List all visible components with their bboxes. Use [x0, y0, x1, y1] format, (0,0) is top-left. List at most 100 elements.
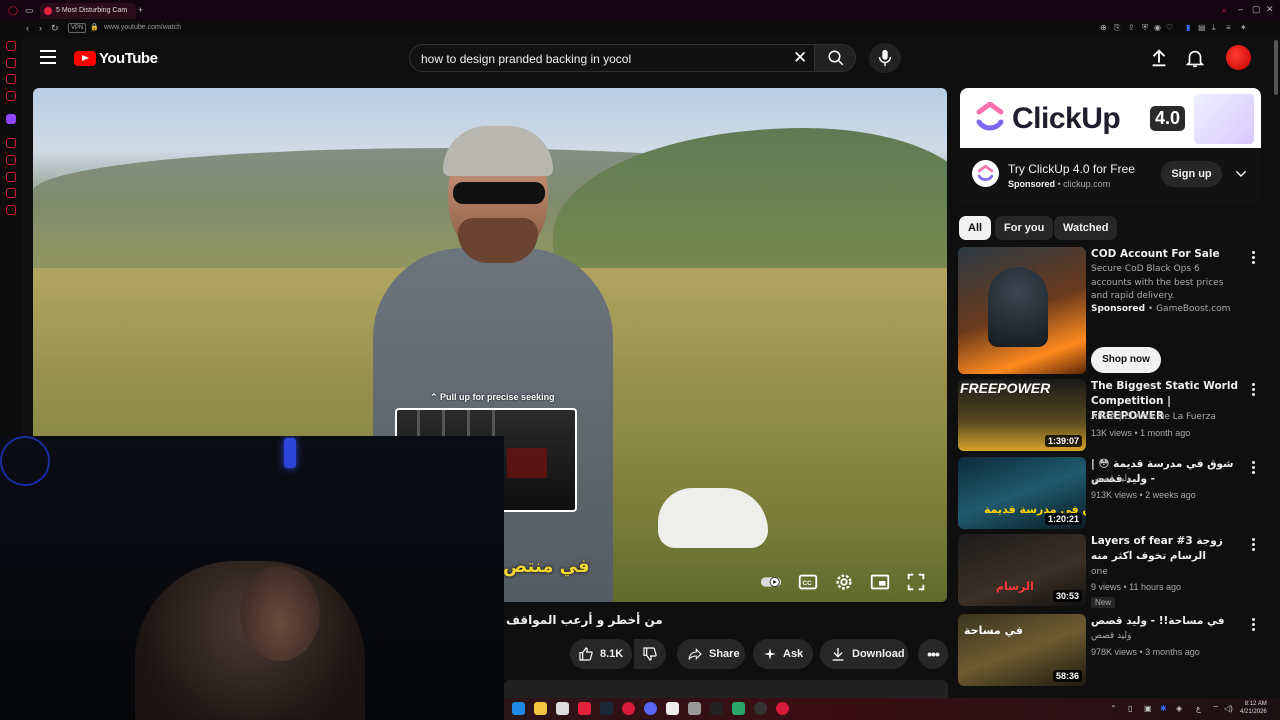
list-item[interactable]: FREEPOWER 1:39:07 The Biggest Static Wor… [958, 379, 1278, 451]
lock-icon[interactable]: 🔒 [90, 23, 99, 33]
zoom-icon[interactable]: ⊕ [1100, 23, 1107, 32]
search-button[interactable] [814, 44, 856, 72]
recommendation-title[interactable]: في مساحة!! - وليد قصص [1091, 614, 1241, 629]
recommendation-channel[interactable]: one [1091, 567, 1108, 577]
hamburger-menu-icon[interactable] [40, 50, 56, 64]
sidebar-item-shop-icon[interactable] [6, 58, 16, 68]
recommendation-channel[interactable]: وليد قصص [1091, 474, 1132, 484]
tab-overview-icon[interactable]: ▭ [25, 5, 34, 15]
maximize-icon[interactable]: ▢ [1252, 4, 1261, 14]
chevron-down-icon[interactable] [1233, 166, 1249, 182]
sidebar-item-whatsapp-icon[interactable] [6, 91, 16, 101]
taskbar-app-opera-icon[interactable] [578, 702, 591, 715]
recommendation-thumbnail[interactable]: في مساحة 58:36 [958, 614, 1086, 686]
sidebar-item-settings-icon[interactable] [6, 205, 16, 215]
ad-block-icon[interactable]: ⛨ [1142, 23, 1148, 33]
url-field[interactable]: www.youtube.com/watch [104, 24, 181, 31]
tray-chevron-icon[interactable]: ⌃ [1110, 704, 1117, 713]
tray-volume-icon[interactable]: ◁) [1224, 704, 1233, 713]
tray-app2-icon[interactable]: ▣ [1144, 704, 1152, 713]
taskbar-app-record-icon[interactable] [776, 702, 789, 715]
recommendation-title[interactable]: COD Account For Sale [1091, 247, 1241, 262]
download-button[interactable]: Download [820, 639, 908, 669]
more-actions-button[interactable]: ••• [918, 639, 948, 669]
tray-app-icon[interactable]: ▯ [1128, 704, 1132, 713]
ad-advertiser-avatar[interactable] [972, 160, 999, 187]
recommendation-channel[interactable]: ARZA | El Arte De La Fuerza [1091, 412, 1216, 422]
ad-title[interactable]: Try ClickUp 4.0 for Free [1008, 162, 1135, 176]
back-icon[interactable]: ‹ [26, 23, 29, 33]
vpn-badge[interactable]: VPN [68, 23, 87, 33]
chip-for-you[interactable]: For you [995, 216, 1054, 240]
sidebar-item-bookmarks-icon[interactable] [6, 188, 16, 198]
ai-icon[interactable]: ✦ [1240, 23, 1247, 32]
sidebar-item-downloads-icon[interactable] [6, 172, 16, 182]
share-button[interactable]: Share [677, 639, 745, 669]
sidebar-item-ai-icon[interactable] [6, 41, 16, 51]
description-box[interactable] [504, 680, 948, 698]
download-icon[interactable]: ⤓ [1212, 23, 1216, 33]
close-window-icon[interactable]: ✕ [1266, 4, 1274, 14]
opera-logo-icon[interactable]: ◯ [8, 5, 18, 15]
captions-icon[interactable]: CC [797, 571, 819, 593]
taskbar-app-explorer-icon[interactable] [534, 702, 547, 715]
autoplay-toggle-icon[interactable] [760, 571, 782, 593]
shop-now-button[interactable]: Shop now [1091, 347, 1161, 373]
more-vert-icon[interactable] [1252, 383, 1256, 397]
taskbar-app-obs-icon[interactable] [754, 702, 767, 715]
taskbar-app-settings-icon[interactable] [688, 702, 701, 715]
chip-watched[interactable]: Watched [1054, 216, 1118, 240]
share-icon[interactable]: ⇪ [1128, 23, 1135, 32]
taskbar-app-editor-icon[interactable] [710, 702, 723, 715]
fullscreen-icon[interactable] [905, 571, 927, 593]
recommendation-thumbnail[interactable] [958, 247, 1086, 374]
more-vert-icon[interactable] [1252, 461, 1256, 475]
taskbar-app-notepad-icon[interactable] [556, 702, 569, 715]
recommendation-thumbnail[interactable]: شوق في مدرسة قديمة 1:20:21 [958, 457, 1086, 529]
recommendation-title[interactable]: Layers of fear #3 زوجة الرسام تخوف اكثر … [1091, 534, 1241, 564]
search-input[interactable]: how to design pranded backing in yocol ✕ [409, 44, 815, 72]
extensions-icon[interactable]: ▤ [1198, 23, 1206, 32]
miniplayer-icon[interactable] [869, 571, 891, 593]
taskbar-app-discord-icon[interactable] [644, 702, 657, 715]
ask-button[interactable]: Ask [753, 639, 813, 669]
sidebar-item-twitch-icon[interactable] [6, 114, 16, 124]
sidebar-item-discord-icon[interactable] [6, 138, 16, 148]
notifications-bell-icon[interactable] [1184, 47, 1206, 69]
taskbar-app-copilot-icon[interactable] [512, 702, 525, 715]
voice-search-button[interactable] [869, 43, 901, 73]
dislike-button[interactable] [634, 639, 666, 669]
recommendation-thumbnail[interactable]: الرسام 30:53 [958, 534, 1086, 606]
like-button[interactable]: 8.1K [570, 639, 632, 669]
clear-search-icon[interactable]: ✕ [793, 49, 807, 67]
tray-language-icon[interactable]: ع [1196, 704, 1201, 713]
list-item[interactable]: شوق في مدرسة قديمة 1:20:21 شوق في مدرسة … [958, 457, 1278, 529]
more-vert-icon[interactable] [1252, 538, 1256, 552]
more-vert-icon[interactable] [1252, 251, 1256, 265]
reload-icon[interactable]: ↻ [51, 23, 59, 33]
list-item[interactable]: في مساحة 58:36 في مساحة!! - وليد قصص ولي… [958, 614, 1278, 686]
forward-icon[interactable]: › [39, 23, 42, 33]
heart-icon[interactable]: ♡ [1166, 23, 1173, 32]
ad-banner[interactable]: ClickUp 4.0 [960, 88, 1261, 148]
sidebar-item-history-icon[interactable] [6, 155, 16, 165]
minimize-icon[interactable]: – [1238, 4, 1243, 14]
youtube-logo[interactable]: YouTube [74, 50, 158, 67]
account-avatar[interactable] [1226, 45, 1251, 70]
taskbar-app-green-icon[interactable] [732, 702, 745, 715]
clipboard-icon[interactable]: ⎘ [1114, 23, 1120, 33]
tray-app3-icon[interactable]: ◈ [1176, 704, 1182, 713]
taskbar-app-steam-icon[interactable] [600, 702, 613, 715]
list-item[interactable]: COD Account For Sale Secure CoD Black Op… [958, 247, 1278, 375]
extension-icon[interactable]: ▮ [1186, 23, 1190, 32]
sidebar-item-messenger-icon[interactable] [6, 74, 16, 84]
taskbar-app-document-icon[interactable] [666, 702, 679, 715]
ad-signup-button[interactable]: Sign up [1161, 161, 1222, 187]
chip-all[interactable]: All [959, 216, 992, 240]
tray-bluetooth-icon[interactable]: ✱ [1160, 704, 1167, 713]
upload-icon[interactable] [1148, 47, 1170, 69]
taskbar-clock[interactable]: 8:12 AM 4/21/2026 [1240, 700, 1267, 716]
recommendation-thumbnail[interactable]: FREEPOWER 1:39:07 [958, 379, 1086, 451]
taskbar-app-browser-icon[interactable] [622, 702, 635, 715]
easy-setup-icon[interactable]: ≡ [1226, 23, 1231, 32]
